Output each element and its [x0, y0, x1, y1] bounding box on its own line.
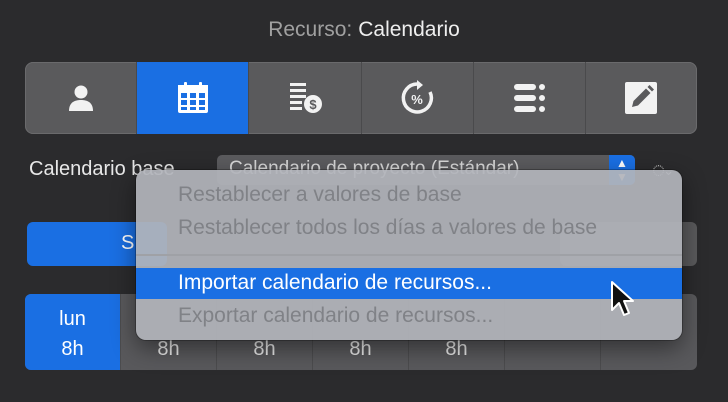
tab-edit[interactable] — [586, 62, 697, 134]
context-menu: Restablecer a valores de base Restablece… — [136, 170, 682, 340]
percent-cycle-icon: % — [401, 80, 434, 114]
menu-item-reset-all-days[interactable]: Restablecer todos los días a valores de … — [136, 213, 682, 244]
tab-calendar[interactable] — [137, 62, 250, 134]
tab-notes-list[interactable] — [474, 62, 586, 134]
svg-text:%: % — [411, 92, 423, 107]
menu-item-import-calendar[interactable]: Importar calendario de recursos... — [136, 268, 682, 299]
menu-item-export-calendar[interactable]: Exportar calendario de recursos... — [136, 301, 682, 332]
inspector-toolbar: $ % — [25, 62, 697, 134]
menu-item-reset-base[interactable]: Restablecer a valores de base — [136, 180, 682, 211]
person-icon — [68, 85, 93, 111]
menu-separator — [136, 254, 682, 256]
list-icon — [514, 84, 546, 112]
inspector-title: Recurso: Calendario — [0, 18, 728, 42]
svg-text:$: $ — [309, 97, 317, 112]
day-cell[interactable]: lun 8h — [25, 294, 121, 370]
title-value: Calendario — [358, 18, 460, 41]
tab-resource[interactable] — [25, 62, 138, 134]
tab-cost[interactable]: $ — [249, 62, 362, 134]
calendar-icon — [177, 82, 208, 113]
tab-progress[interactable]: % — [362, 62, 474, 134]
title-label: Recurso: — [268, 18, 353, 41]
pencil-icon — [625, 82, 658, 114]
cost-icon: $ — [289, 83, 322, 113]
mouse-pointer-icon — [611, 281, 634, 316]
